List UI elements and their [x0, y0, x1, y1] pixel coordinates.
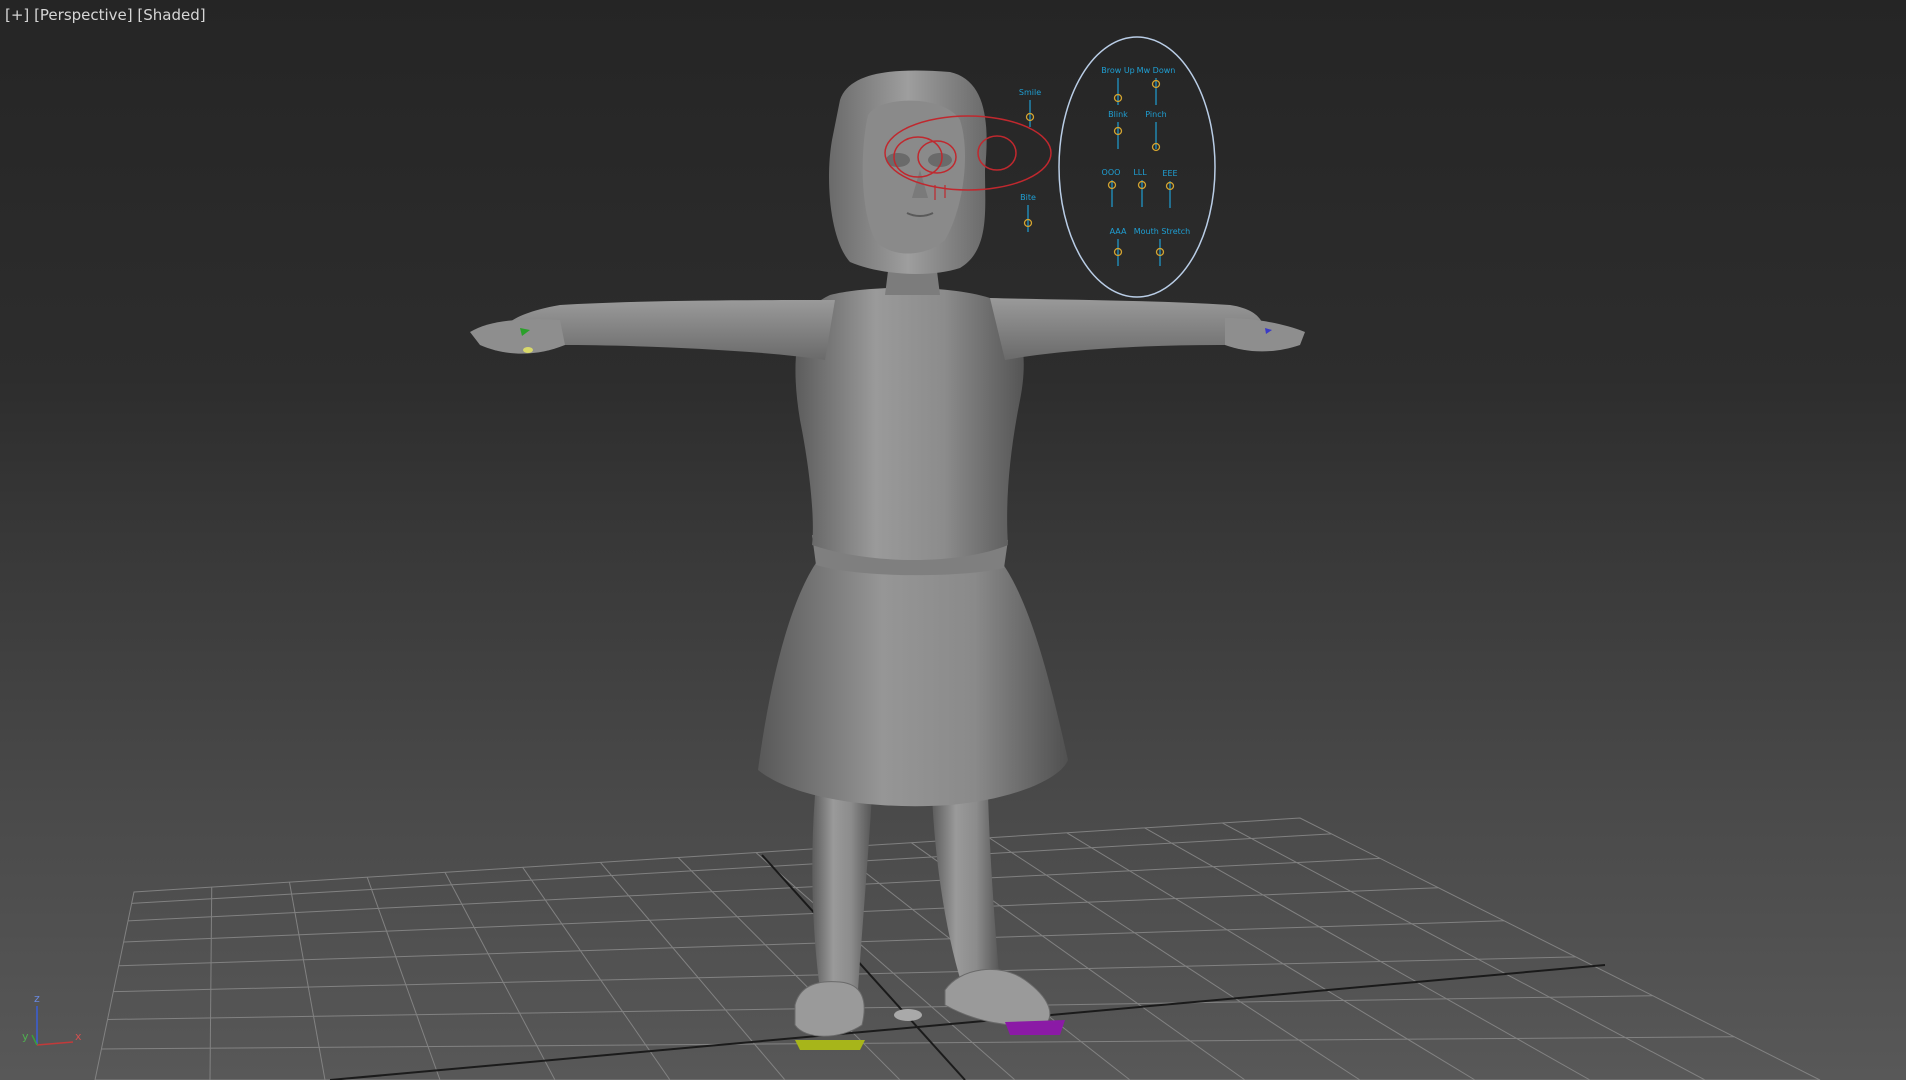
scene-canvas[interactable]: Smile Brow Up Mw Down Blink Pinch OOO LLL EEE AA…	[0, 0, 1906, 1080]
control-label: Pinch	[1145, 110, 1166, 119]
axis-z-label: z	[34, 992, 40, 1005]
axis-gizmo: z x y	[22, 992, 82, 1046]
grid-line	[123, 887, 1439, 943]
grid-line	[444, 872, 556, 1080]
control-label: LLL	[1133, 168, 1147, 177]
grid-line	[131, 833, 1332, 904]
right-foot-control[interactable]	[1005, 1020, 1065, 1035]
grid-line	[677, 857, 901, 1080]
grid-line	[1066, 832, 1476, 1080]
control-label: AAA	[1110, 227, 1127, 236]
control-label: OOO	[1102, 168, 1121, 177]
grid-line	[101, 1036, 1735, 1050]
control-label: Mouth Stretch	[1134, 227, 1190, 236]
control-label: Blink	[1108, 110, 1128, 119]
perspective-viewport[interactable]: [+] [Perspective] [Shaded] Smile Brow Up…	[0, 0, 1906, 1080]
axis-y-label: y	[22, 1030, 29, 1043]
control-label: Bite	[1020, 193, 1036, 202]
grid-line	[209, 887, 213, 1080]
grid-line	[522, 867, 671, 1080]
control-label: Smile	[1019, 88, 1041, 97]
character-model[interactable]	[470, 70, 1305, 1050]
control-label: EEE	[1162, 169, 1177, 178]
face-control-panel[interactable]: Smile Brow Up Mw Down Blink Pinch OOO LLL EEE AA…	[1019, 36, 1216, 298]
grid-line	[988, 837, 1361, 1080]
control-label: Brow Up	[1101, 66, 1135, 75]
control-label: Mw Down	[1137, 66, 1176, 75]
grid-line	[107, 995, 1653, 1020]
axis-x-label: x	[75, 1030, 82, 1043]
ground-marker	[894, 1009, 922, 1021]
grid-line	[1144, 827, 1591, 1080]
grid-line	[118, 920, 1505, 967]
grid-line	[1222, 822, 1706, 1080]
left-foot-control[interactable]	[795, 1040, 865, 1050]
